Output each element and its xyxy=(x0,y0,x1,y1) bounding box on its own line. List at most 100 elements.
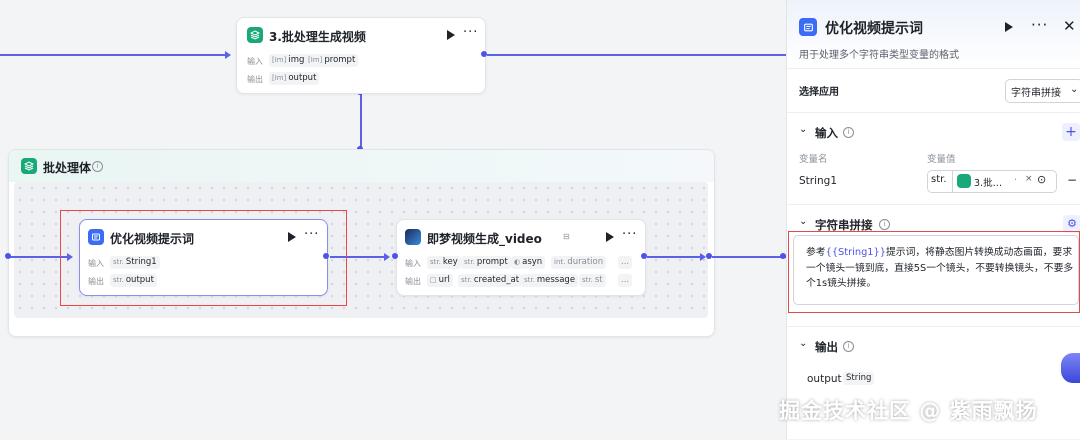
remove-variable-icon[interactable]: − xyxy=(1067,173,1077,187)
run-icon[interactable] xyxy=(606,232,614,242)
panel-title[interactable]: 优化视频提示词 xyxy=(825,18,923,38)
param-tag: int. duration xyxy=(551,256,607,269)
jimeng-out-port[interactable] xyxy=(641,253,647,259)
param-tag: □ url xyxy=(427,274,453,287)
highlight-box xyxy=(788,231,1080,313)
edge-jimeng-out xyxy=(647,256,702,258)
param-type: str. xyxy=(461,276,472,284)
highlight-box xyxy=(60,210,347,306)
var-value-header: 变量值 xyxy=(927,154,956,165)
param-tag: [Im] output xyxy=(269,72,320,85)
param-type: int. xyxy=(554,258,566,266)
output-label: 输出 xyxy=(405,277,421,286)
more-params[interactable]: ... xyxy=(618,274,633,287)
output-section-title: 输出 xyxy=(815,340,838,354)
var-value-selector[interactable]: str. 3.批… · × ⊙ xyxy=(927,170,1057,193)
select-app-dropdown[interactable]: 字符串拼接 ⌄ xyxy=(1005,79,1080,103)
edge-to-batch xyxy=(0,54,226,56)
param-name: created_at xyxy=(473,275,520,285)
edge-body-out xyxy=(712,256,786,258)
batch-icon xyxy=(957,174,971,188)
panel-description: 用于处理多个字符串类型变量的格式 xyxy=(799,50,959,61)
body-left-port[interactable] xyxy=(5,253,11,259)
param-type: str. xyxy=(582,276,593,284)
param-name: st xyxy=(594,275,603,285)
chevron-down-icon[interactable]: ⌄ xyxy=(799,216,807,227)
floating-assistant-button[interactable] xyxy=(1061,353,1080,383)
edge-arrow xyxy=(700,253,706,261)
chevron-down-icon[interactable]: ⌄ xyxy=(799,338,807,349)
info-icon[interactable]: i xyxy=(843,127,854,138)
param-tag: [Im] img xyxy=(269,54,308,67)
chevron-down-icon[interactable]: ⌄ xyxy=(799,124,807,135)
clear-icon[interactable]: × xyxy=(1025,174,1033,184)
more-icon[interactable]: ··· xyxy=(463,26,478,39)
param-name: key xyxy=(442,257,458,267)
jimeng-icon xyxy=(405,229,421,245)
edge-arrow xyxy=(225,51,231,59)
more-icon[interactable]: ··· xyxy=(622,228,637,241)
batch-node-title: 3.批处理生成视频 xyxy=(269,30,366,44)
param-tag: str. created_at xyxy=(458,274,523,287)
param-name: img xyxy=(288,55,305,65)
run-icon[interactable] xyxy=(447,30,455,40)
param-tag: [Im] prompt xyxy=(305,54,359,67)
batch-icon xyxy=(247,27,263,43)
var-name-header: 变量名 xyxy=(799,154,828,165)
run-icon[interactable] xyxy=(1005,22,1013,32)
param-name: prompt xyxy=(324,55,356,65)
param-type: [Im] xyxy=(308,56,323,64)
divider xyxy=(952,171,953,192)
param-type: str. xyxy=(464,258,475,266)
var-reference-suffix: · xyxy=(1014,175,1018,186)
watermark: 掘金技术社区 @ 紫雨飘扬 xyxy=(779,399,1038,423)
param-tag: str. key xyxy=(427,256,461,269)
param-name: output xyxy=(288,73,317,83)
info-icon[interactable]: i xyxy=(843,341,854,352)
var-name-value[interactable]: String1 xyxy=(799,175,837,187)
select-app-value: 字符串拼接 xyxy=(1011,88,1061,99)
batch-generate-node[interactable]: 3.批处理生成视频 ··· 输入 [Im] img [Im] prompt 输出 [… xyxy=(236,17,486,94)
toggle-icon: ◐ xyxy=(514,258,521,266)
edge-arrow xyxy=(384,253,390,261)
output-label: 输出 xyxy=(247,75,263,84)
param-tag: str. st xyxy=(579,274,606,287)
info-icon[interactable]: i xyxy=(879,219,890,230)
input-section-title: 输入 xyxy=(815,126,838,140)
jimeng-video-node[interactable]: 即梦视频生成_video ⊟ ··· 输入 str. key str. prompt… xyxy=(396,219,646,296)
param-type: str. xyxy=(524,276,535,284)
var-type: str. xyxy=(931,174,947,185)
text-process-icon xyxy=(799,18,817,36)
param-type: [Im] xyxy=(272,74,287,82)
batch-body-icon xyxy=(21,158,37,174)
param-name: message xyxy=(536,275,576,285)
target-icon[interactable]: ⊙ xyxy=(1037,173,1046,186)
var-reference: 3.批… xyxy=(974,178,1003,189)
properties-panel: 优化视频提示词 ··· ✕ 用于处理多个字符串类型变量的格式 选择应用 字符串拼… xyxy=(786,0,1080,439)
param-type: [Im] xyxy=(272,56,287,64)
batch-body-header xyxy=(9,150,714,182)
info-icon[interactable]: i xyxy=(92,161,103,172)
add-variable-icon[interactable]: + xyxy=(1062,123,1080,141)
param-name: url xyxy=(438,275,450,285)
jimeng-node-title: 即梦视频生成_video xyxy=(427,232,542,246)
edge-batch-body xyxy=(360,92,362,148)
param-tag: ◐ asyn xyxy=(511,256,546,269)
plugin-icon: ⊟ xyxy=(563,232,570,241)
param-type: □ xyxy=(430,276,437,284)
input-label: 输入 xyxy=(405,259,421,268)
more-params[interactable]: ... xyxy=(618,256,633,269)
param-name: asyn xyxy=(522,257,543,267)
param-name: duration xyxy=(567,257,604,267)
param-tag: str. message xyxy=(521,274,579,287)
param-type: str. xyxy=(430,258,441,266)
param-name: prompt xyxy=(476,257,508,267)
batch-out-port[interactable] xyxy=(481,51,487,57)
select-app-label: 选择应用 xyxy=(799,87,839,98)
close-icon[interactable]: ✕ xyxy=(1063,17,1076,35)
jimeng-in-port[interactable] xyxy=(392,253,398,259)
more-icon[interactable]: ··· xyxy=(1031,18,1048,33)
input-section: ⌄ 输入 i + 变量名 变量值 String1 str. 3.批… · × ⊙… xyxy=(787,112,1080,205)
edge-from-batch xyxy=(487,54,787,56)
input-label: 输入 xyxy=(247,57,263,66)
